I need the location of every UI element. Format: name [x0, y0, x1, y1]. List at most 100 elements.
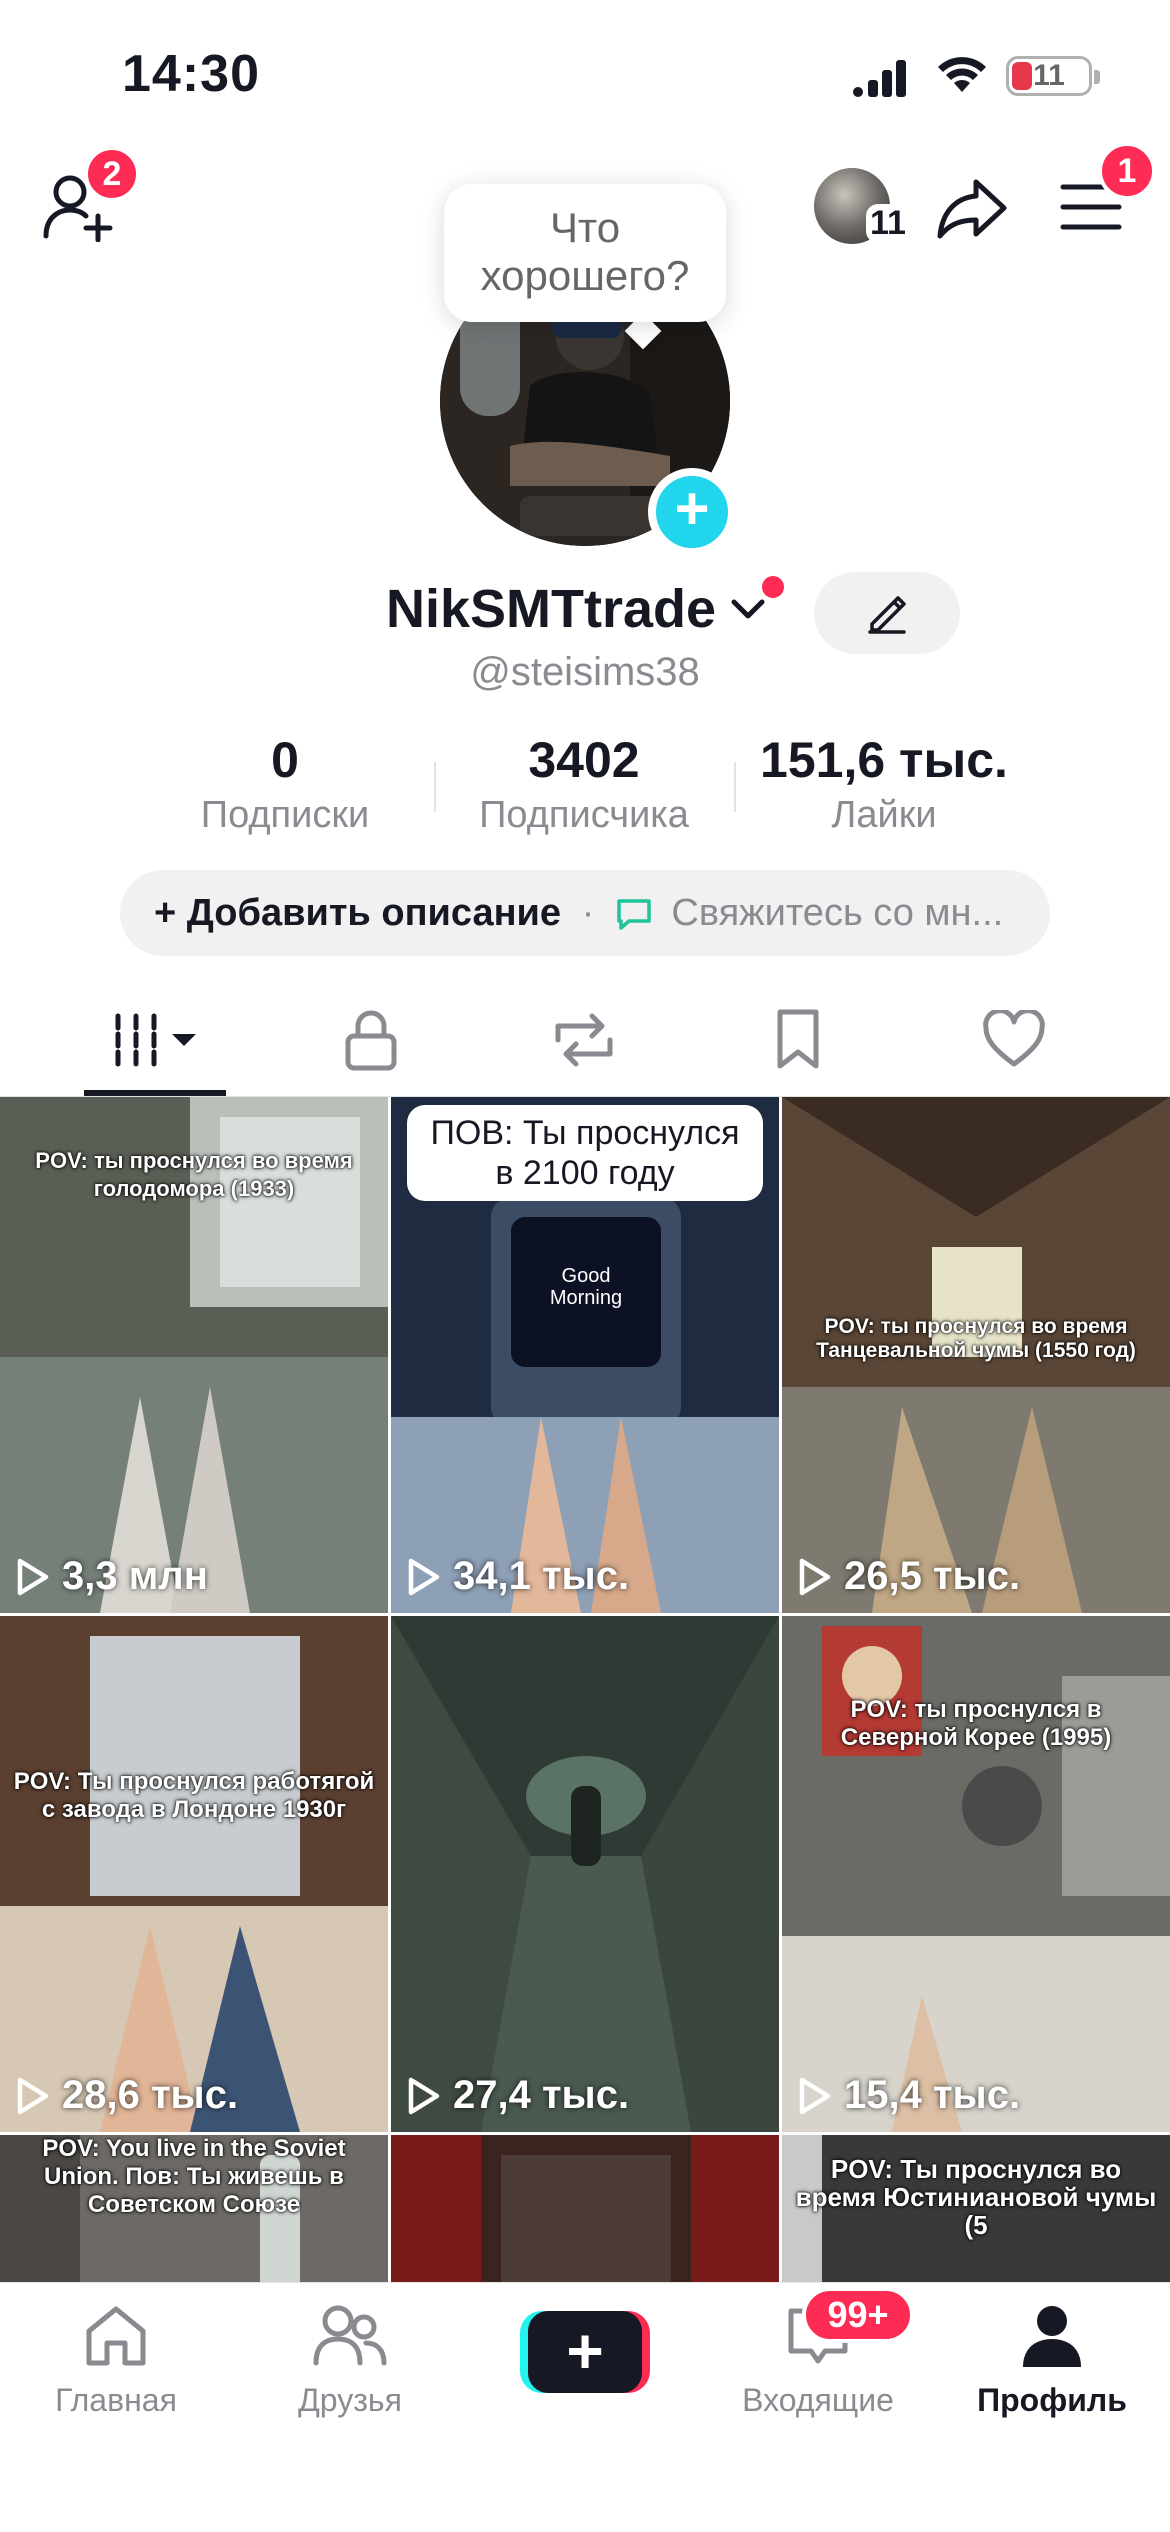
stat-label: Лайки — [831, 794, 937, 836]
chevron-down-icon[interactable] — [730, 598, 766, 622]
wifi-icon — [938, 57, 986, 92]
cellular-signal-icon — [853, 60, 906, 97]
video-grid: POV: ты проснулся во время голодомора (1… — [0, 1097, 1170, 2282]
content-tabs — [0, 990, 1170, 1096]
view-count: 3,3 млн — [16, 1554, 208, 1599]
video-caption: POV: You live in the Soviet Union. Пов: … — [42, 2135, 346, 2218]
view-count-text: 15,4 тыс. — [844, 2073, 1021, 2117]
contact-link[interactable]: Свяжитесь со мн... — [671, 892, 1003, 934]
video-tile[interactable]: POV: Ты проснулся во время Юстиниановой … — [782, 2135, 1170, 2282]
profile-icon — [1023, 2306, 1081, 2367]
video-tile[interactable]: POV: ты проснулся во время голодомора (1… — [0, 1097, 388, 1613]
view-count-text: 34,1 тыс. — [453, 1554, 630, 1598]
stat-value: 3402 — [528, 732, 640, 788]
view-count: 26,5 тыс. — [798, 1554, 1020, 1599]
video-tile[interactable]: POV: Ты проснулся работягой с завода в Л… — [0, 1616, 388, 2132]
view-count-text: 3,3 млн — [62, 1554, 208, 1598]
repost-icon — [555, 1013, 613, 1067]
video-caption: POV: ты проснулся во время голодомора (1… — [35, 1148, 353, 1201]
add-bio-link[interactable]: + Добавить описание — [154, 892, 561, 934]
nav-label: Друзья — [298, 2382, 402, 2418]
tab-reposts[interactable] — [478, 990, 692, 1096]
view-count-text: 28,6 тыс. — [62, 2073, 239, 2117]
plus-icon: + — [528, 2311, 642, 2393]
video-tile[interactable]: POV: You live in the Soviet Union. Пов: … — [0, 2135, 388, 2282]
edit-profile-button[interactable] — [814, 572, 960, 654]
profile-username[interactable]: NikSMTtrade — [386, 578, 716, 640]
tab-favorites[interactable] — [692, 990, 906, 1096]
play-icon — [17, 1558, 49, 1595]
home-icon — [86, 2306, 146, 2366]
stat-value: 151,6 тыс. — [760, 732, 1008, 788]
view-count: 34,1 тыс. — [407, 1554, 629, 1599]
video-caption: POV: Ты проснулся во время Юстиниановой … — [795, 2154, 1157, 2240]
video-tile[interactable]: ПОВ: Ты проснулся в 2100 году Good Morni… — [391, 1097, 779, 1613]
tab-videos[interactable] — [48, 990, 262, 1096]
battery-icon: 11 — [1006, 56, 1092, 96]
bookmark-icon — [777, 1009, 819, 1069]
video-thumbnail — [782, 1616, 1170, 2132]
add-friends-badge: 2 — [84, 146, 140, 202]
stat-likes[interactable]: 151,6 тыс. Лайки — [744, 732, 1024, 842]
profile-handle: @steisims38 — [470, 650, 700, 694]
nav-label: Главная — [55, 2382, 177, 2418]
play-icon — [17, 2077, 49, 2114]
profile-stats: 0 Подписки 3402 Подписчика 151,6 тыс. Ла… — [0, 732, 1170, 842]
view-count-text: 27,4 тыс. — [453, 2073, 630, 2117]
stat-value: 0 — [271, 732, 299, 788]
play-icon — [799, 1558, 831, 1595]
stat-divider — [434, 762, 436, 812]
stat-label: Подписчика — [479, 794, 689, 836]
nav-profile[interactable]: Профиль — [952, 2301, 1152, 2419]
lock-icon — [345, 1010, 397, 1071]
add-story-button[interactable]: + — [648, 468, 736, 556]
video-caption: POV: Ты проснулся работягой с завода в Л… — [13, 1768, 375, 1823]
screen-text: Good Morning — [549, 1265, 623, 1309]
stat-label: Подписки — [200, 794, 370, 836]
view-count-text: 26,5 тыс. — [844, 1554, 1021, 1598]
bio-pill[interactable]: + Добавить описание · Свяжитесь со мн... — [120, 870, 1050, 956]
video-caption: POV: ты проснулся в Северной Корее (1995… — [840, 1696, 1112, 1751]
view-count: 15,4 тыс. — [798, 2073, 1020, 2118]
video-tile[interactable]: 27,4 тыс. — [391, 1616, 779, 2132]
pencil-icon — [868, 596, 906, 634]
play-icon — [408, 2077, 440, 2114]
play-icon — [408, 1558, 440, 1595]
video-caption: POV: ты проснулся во время Танцевальной … — [816, 1315, 1136, 1362]
nav-home[interactable]: Главная — [16, 2301, 216, 2419]
stat-following[interactable]: 0 Подписки — [170, 732, 400, 842]
friends-icon — [313, 2305, 387, 2366]
tab-private[interactable] — [264, 990, 478, 1096]
videos-grid-icon — [115, 1013, 196, 1067]
menu-badge: 1 — [1098, 142, 1156, 200]
video-thumbnail — [391, 1616, 779, 2132]
chat-bubble-icon — [617, 899, 651, 930]
battery-level: 11 — [1033, 59, 1065, 92]
inbox-badge: 99+ — [802, 2287, 914, 2343]
stat-divider — [734, 762, 736, 812]
heart-icon — [983, 1010, 1045, 1067]
video-thumbnail — [0, 1616, 388, 2132]
video-tile[interactable] — [391, 2135, 779, 2282]
share-icon[interactable] — [936, 176, 1008, 240]
notification-dot — [762, 576, 784, 598]
view-count: 28,6 тыс. — [16, 2073, 238, 2118]
tab-liked[interactable] — [906, 990, 1120, 1096]
nav-friends[interactable]: Друзья — [250, 2301, 450, 2419]
status-bar: 14:30 11 — [0, 0, 1170, 150]
bio-separator: · — [581, 892, 595, 934]
video-caption: ПОВ: Ты проснулся в 2100 году — [407, 1105, 763, 1201]
create-button[interactable]: + — [520, 2311, 650, 2393]
video-tile[interactable]: POV: ты проснулся в Северной Корее (1995… — [782, 1616, 1170, 2132]
story-count: 11 — [866, 204, 910, 243]
stat-followers[interactable]: 3402 Подписчика — [454, 732, 714, 842]
video-tile[interactable]: POV: ты проснулся во время Танцевальной … — [782, 1097, 1170, 1613]
view-count: 27,4 тыс. — [407, 2073, 629, 2118]
battery-cap — [1094, 70, 1100, 84]
status-bubble[interactable]: Что хорошего? — [444, 184, 726, 322]
status-time: 14:30 — [122, 45, 260, 103]
nav-label: Входящие — [742, 2382, 894, 2418]
nav-label: Профиль — [977, 2382, 1127, 2418]
play-icon — [799, 2077, 831, 2114]
bottom-nav: Главная Друзья + Входящие 99+ Профиль — [0, 2282, 1170, 2532]
